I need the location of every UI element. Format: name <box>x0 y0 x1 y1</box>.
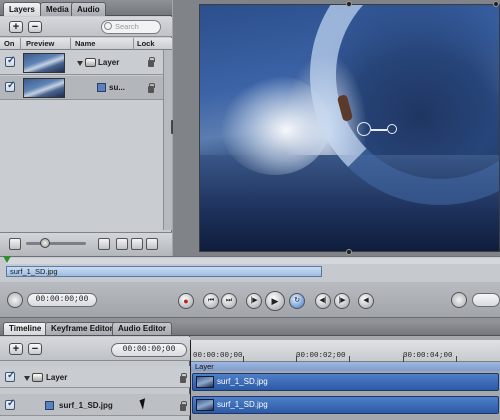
tab-audio-editor[interactable]: Audio Editor <box>112 322 172 335</box>
previous-frame-button[interactable]: ◀| <box>315 293 331 309</box>
track-name: surf_1_SD.jpg <box>59 401 113 410</box>
current-timecode-field[interactable]: 00:00:00;00 <box>27 293 97 307</box>
timeline-clip[interactable]: surf_1_SD.jpg <box>192 373 499 391</box>
search-icon <box>104 22 112 30</box>
layer-group-icon <box>32 373 43 382</box>
column-lock[interactable]: Lock <box>137 39 155 48</box>
group-bar-label[interactable]: Layer <box>191 362 500 371</box>
mini-timeline-ruler[interactable] <box>6 258 500 264</box>
lock-icon[interactable] <box>148 57 155 67</box>
playhead-icon[interactable] <box>3 256 11 263</box>
slider-knob[interactable] <box>40 238 50 248</box>
timeline-playhead[interactable] <box>190 340 191 420</box>
layer-group-icon <box>85 58 96 67</box>
duration-field[interactable] <box>472 293 500 307</box>
next-frame-button[interactable]: |▶ <box>334 293 350 309</box>
bounding-box-handle[interactable] <box>346 1 352 7</box>
canvas-viewer[interactable] <box>199 4 500 252</box>
tab-media[interactable]: Media <box>40 2 75 16</box>
duration-mode-icon[interactable] <box>451 292 467 308</box>
record-button[interactable]: ● <box>178 293 194 309</box>
track-name: Layer <box>46 373 68 382</box>
remove-track-button[interactable]: − <box>28 343 42 355</box>
clip-thumbnail <box>196 376 214 388</box>
timeline-clip[interactable]: surf_1_SD.jpg <box>192 396 499 414</box>
disclosure-triangle-icon[interactable] <box>77 61 83 66</box>
transform-handle-arm <box>371 129 387 131</box>
clip-enable-checkbox[interactable] <box>5 80 15 92</box>
ruler-label: 00:00:00;00 <box>193 352 243 360</box>
show-preview-icon[interactable] <box>116 238 128 250</box>
add-layer-button[interactable]: + <box>9 21 23 33</box>
play-button[interactable]: ▶ <box>265 291 285 311</box>
go-to-end-button[interactable]: ⏭ <box>221 293 237 309</box>
settings-icon[interactable] <box>131 238 143 250</box>
track-enable-checkbox[interactable] <box>5 370 15 382</box>
rotation-handle-icon[interactable] <box>387 124 397 134</box>
ruler-label: 00:00:04;00 <box>403 352 453 360</box>
tab-audio[interactable]: Audio <box>71 2 106 16</box>
layers-scrollbar[interactable] <box>163 50 172 230</box>
mini-timeline-clip[interactable]: surf_1_SD.jpg <box>6 266 322 277</box>
go-to-start-button[interactable]: ⏮ <box>203 293 219 309</box>
lock-icon[interactable] <box>180 401 187 411</box>
tab-timeline[interactable]: Timeline <box>3 322 48 335</box>
remove-layer-button[interactable]: − <box>28 21 42 33</box>
lock-icon[interactable] <box>180 373 187 383</box>
clip-thumbnail <box>196 399 214 411</box>
ruler-label: 00:00:02;00 <box>296 352 346 360</box>
track-enable-checkbox[interactable] <box>5 398 15 410</box>
timeline-timecode-field[interactable]: 00:00:00;00 <box>111 343 187 357</box>
column-divider <box>133 38 134 50</box>
column-name[interactable]: Name <box>75 39 95 48</box>
bounding-box-handle[interactable] <box>493 1 499 7</box>
disclosure-triangle-icon[interactable] <box>24 376 30 381</box>
tab-layers[interactable]: Layers <box>3 2 41 16</box>
column-on[interactable]: On <box>4 39 14 48</box>
layer-enable-checkbox[interactable] <box>5 55 15 67</box>
thumbnail-size-slider[interactable] <box>26 242 86 245</box>
options-icon[interactable] <box>146 238 158 250</box>
column-divider <box>70 38 71 50</box>
audio-button[interactable]: ◀ <box>358 293 374 309</box>
layers-column-header: On Preview Name Lock <box>0 38 172 50</box>
layer-name: Layer <box>98 58 120 67</box>
column-preview[interactable]: Preview <box>26 39 54 48</box>
large-thumbnail-icon[interactable] <box>98 238 110 250</box>
tab-keyframe-editor[interactable]: Keyframe Editor <box>45 322 119 335</box>
layer-preview-thumbnail <box>23 53 65 73</box>
image-file-icon <box>45 401 54 410</box>
transform-handle-icon[interactable] <box>357 122 371 136</box>
column-divider <box>20 38 21 50</box>
lock-icon[interactable] <box>148 83 155 93</box>
clip-preview-thumbnail <box>23 78 65 98</box>
play-from-start-button[interactable]: |▶ <box>246 293 262 309</box>
timecode-mode-icon[interactable] <box>7 292 23 308</box>
small-thumbnail-icon[interactable] <box>9 238 21 250</box>
add-track-button[interactable]: + <box>9 343 23 355</box>
canvas-image-spray <box>220 75 330 175</box>
bounding-box-handle[interactable] <box>346 249 352 255</box>
image-file-icon <box>97 83 106 92</box>
clip-name: su... <box>109 83 126 92</box>
loop-button[interactable]: ↻ <box>289 293 305 309</box>
